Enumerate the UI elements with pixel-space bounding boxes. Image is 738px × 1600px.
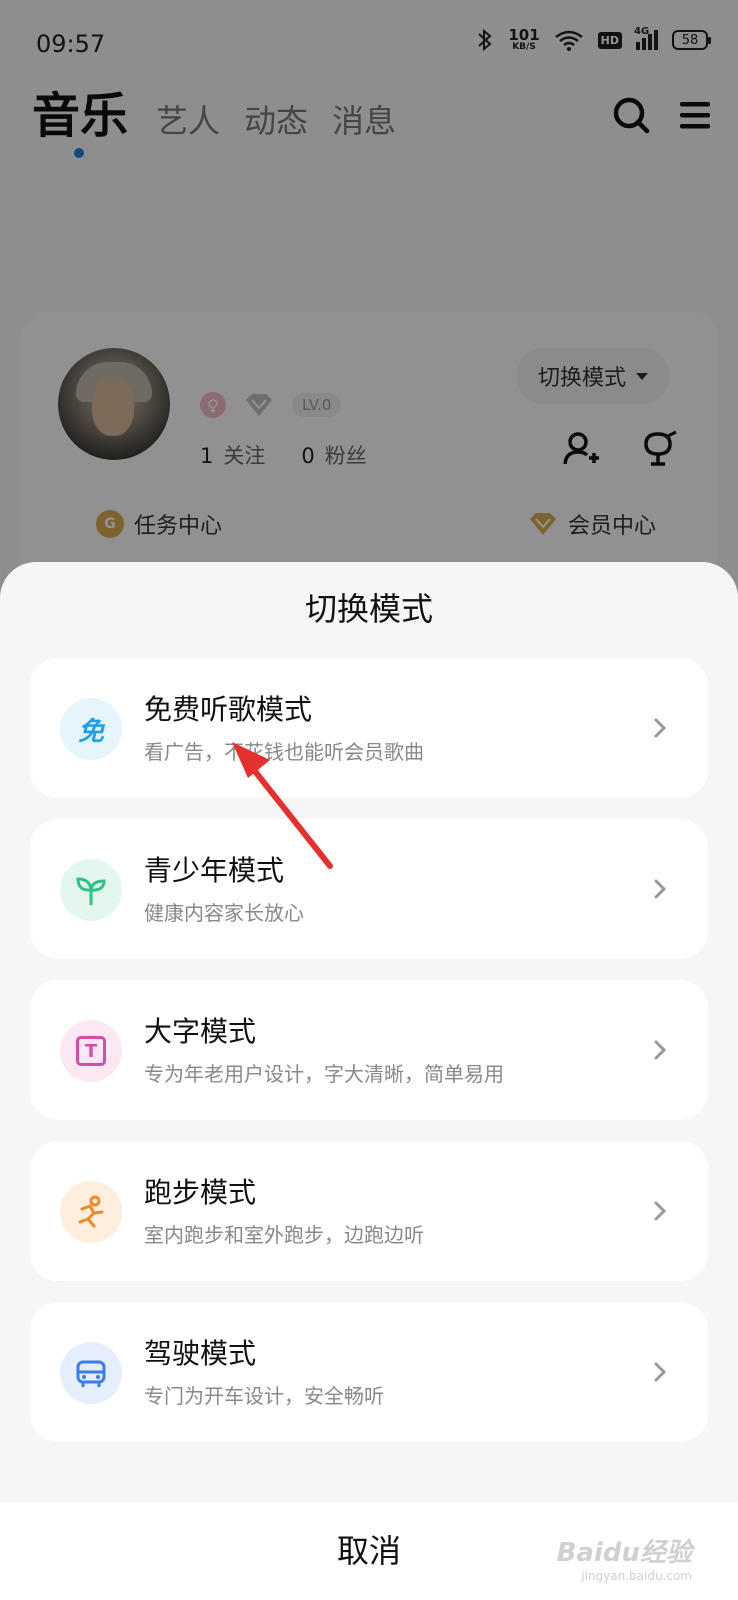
- mode-title: 跑步模式: [144, 1176, 257, 1209]
- sprout-icon: [60, 859, 122, 921]
- watermark-brand: Baidu经验: [556, 1538, 692, 1568]
- mode-title: 驾驶模式: [144, 1337, 257, 1370]
- mode-desc: 健康内容家长放心: [144, 901, 304, 925]
- mode-desc: 专为年老用户设计，字大清晰，简单易用: [144, 1062, 504, 1086]
- mode-item-driving[interactable]: 驾驶模式 专门为开车设计，安全畅听: [30, 1302, 708, 1442]
- mode-title: 免费听歌模式: [144, 693, 313, 726]
- mode-item-teen[interactable]: 青少年模式 健康内容家长放心: [30, 819, 708, 959]
- mode-item-running[interactable]: 跑步模式 室内跑步和室外跑步，边跑边听: [30, 1141, 708, 1281]
- mode-item-large-text[interactable]: T 大字模式 专为年老用户设计，字大清晰，简单易用: [30, 980, 708, 1120]
- switch-mode-sheet: 切换模式 免 免费听歌模式 看广告，不花钱也能听会员歌曲 青少年模式 健康内容家…: [0, 562, 738, 1600]
- baidu-watermark: Baidu经验 jingyan.baidu.com: [557, 1532, 692, 1583]
- mode-title: 大字模式: [144, 1015, 257, 1048]
- mode-desc: 专门为开车设计，安全畅听: [144, 1384, 384, 1408]
- chevron-right-icon: [646, 1358, 674, 1386]
- chevron-right-icon: [646, 1036, 674, 1064]
- runner-icon: [60, 1181, 122, 1243]
- free-icon: 免: [60, 698, 122, 760]
- mode-desc: 看广告，不花钱也能听会员歌曲: [144, 740, 424, 764]
- chevron-right-icon: [646, 1197, 674, 1225]
- sheet-title: 切换模式: [304, 590, 433, 628]
- chevron-right-icon: [646, 875, 674, 903]
- mode-item-free[interactable]: 免 免费听歌模式 看广告，不花钱也能听会员歌曲: [30, 658, 708, 798]
- watermark-url: jingyan.baidu.com: [581, 1569, 692, 1583]
- mode-desc: 室内跑步和室外跑步，边跑边听: [144, 1223, 424, 1247]
- mode-title: 青少年模式: [144, 854, 285, 887]
- chevron-right-icon: [646, 714, 674, 742]
- car-icon: [60, 1342, 122, 1404]
- text-size-icon: T: [60, 1020, 122, 1082]
